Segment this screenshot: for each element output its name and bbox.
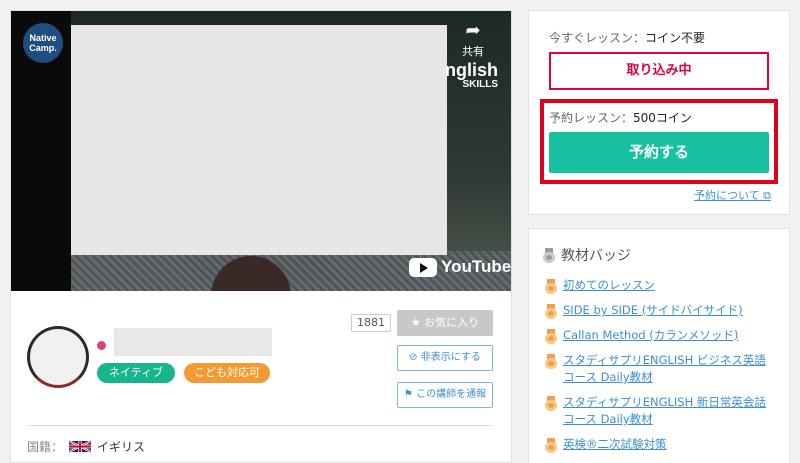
youtube-text: YouTube xyxy=(441,257,512,276)
star-icon: ★ xyxy=(410,316,425,329)
video-player[interactable]: Native Camp. ➦ 共有 nglish SKILLS YouTube xyxy=(11,11,511,291)
about-reservation-link[interactable]: 予約について ⧉ xyxy=(694,187,771,203)
medal-icon xyxy=(545,396,557,411)
tag-kids-ok: こども対応可 xyxy=(184,363,270,383)
reserve-lesson-label: 予約レッスン： xyxy=(549,111,634,125)
uk-flag-icon xyxy=(69,440,92,453)
reserve-lesson-value: 500コイン xyxy=(633,111,692,125)
english-text: nglish xyxy=(445,60,498,80)
favorite-label: お気に入り xyxy=(424,316,480,329)
list-item: 英検®二次試験対策 xyxy=(545,436,777,453)
list-item: SIDE by SIDE (サイドバイサイド) xyxy=(545,302,777,319)
badges-title: 教材バッジ xyxy=(543,245,631,265)
video-blank-overlay xyxy=(71,25,447,255)
share-button[interactable]: ➦ 共有 xyxy=(453,19,493,59)
badge-link[interactable]: 初めてのレッスン xyxy=(563,277,655,294)
now-lesson-value: コイン不要 xyxy=(645,31,706,45)
badge-link[interactable]: スタディサプリENGLISH 新日常英会話コース Daily教材 xyxy=(563,394,777,428)
tag-native: ネイティブ xyxy=(97,363,175,383)
now-lesson-label: 今すぐレッスン： xyxy=(549,31,646,45)
busy-status-button[interactable]: 取り込み中 xyxy=(549,52,769,90)
external-link-icon: ⧉ xyxy=(759,189,771,202)
favorite-button[interactable]: ★ お気に入り xyxy=(397,310,493,336)
nationality-row: 国籍： イギリス xyxy=(27,438,145,455)
medal-icon xyxy=(543,247,555,263)
share-label: 共有 xyxy=(462,46,484,58)
badge-link[interactable]: 英検®二次試験対策 xyxy=(563,436,667,453)
page: Native Camp. ➦ 共有 nglish SKILLS YouTube … xyxy=(0,0,800,463)
reserve-lesson-line: 予約レッスン：500コイン xyxy=(549,109,692,126)
skills-text: SKILLS xyxy=(462,79,498,90)
youtube-logo[interactable]: YouTube xyxy=(409,257,511,277)
hide-teacher-button[interactable]: ⊘ 非表示にする xyxy=(397,345,493,371)
divider xyxy=(27,425,493,426)
medal-icon xyxy=(545,304,557,319)
medal-icon xyxy=(545,329,557,344)
report-teacher-button[interactable]: ⚑ この講師を通報 xyxy=(397,382,493,408)
youtube-play-icon xyxy=(409,257,437,277)
booking-panel: 今すぐレッスン：コイン不要 取り込み中 予約レッスン：500コイン 予約する 予… xyxy=(528,10,790,215)
teacher-panel: Native Camp. ➦ 共有 nglish SKILLS YouTube … xyxy=(10,10,512,463)
badges-title-text: 教材バッジ xyxy=(561,248,631,264)
medal-icon xyxy=(545,354,557,369)
now-lesson-line: 今すぐレッスン：コイン不要 xyxy=(549,29,705,46)
hide-label: 非表示にする xyxy=(420,352,481,363)
badge-link[interactable]: スタディサプリENGLISH ビジネス英語コース Daily教材 xyxy=(563,352,777,386)
report-label: この講師を通報 xyxy=(416,389,487,400)
teacher-name-redacted xyxy=(114,328,272,356)
list-item: スタディサプリENGLISH 新日常英会話コース Daily教材 xyxy=(545,394,777,428)
medal-icon xyxy=(545,438,557,453)
about-link-label: 予約について xyxy=(693,189,760,202)
reserve-button[interactable]: 予約する xyxy=(549,132,769,173)
native-camp-logo: Native Camp. xyxy=(23,23,63,63)
badge-list: 初めてのレッスン SIDE by SIDE (サイドバイサイド) Callan … xyxy=(545,277,777,461)
online-status-dot xyxy=(97,341,106,350)
share-icon: ➦ xyxy=(465,20,481,40)
nationality-label: 国籍： xyxy=(27,440,64,454)
eye-slash-icon: ⊘ xyxy=(409,352,421,363)
badge-link[interactable]: Callan Method (カランメソッド) xyxy=(563,327,738,344)
badges-panel: 教材バッジ 初めてのレッスン SIDE by SIDE (サイドバイサイド) C… xyxy=(528,228,790,463)
video-title-overlay: nglish SKILLS xyxy=(445,61,498,91)
favorite-count: 1881 xyxy=(351,314,391,332)
medal-icon xyxy=(545,279,557,294)
list-item: スタディサプリENGLISH ビジネス英語コース Daily教材 xyxy=(545,352,777,386)
nationality-value: イギリス xyxy=(97,440,146,454)
avatar xyxy=(27,326,89,388)
badge-link[interactable]: SIDE by SIDE (サイドバイサイド) xyxy=(563,302,743,319)
flag-icon: ⚑ xyxy=(403,389,417,400)
list-item: Callan Method (カランメソッド) xyxy=(545,327,777,344)
list-item: 初めてのレッスン xyxy=(545,277,777,294)
